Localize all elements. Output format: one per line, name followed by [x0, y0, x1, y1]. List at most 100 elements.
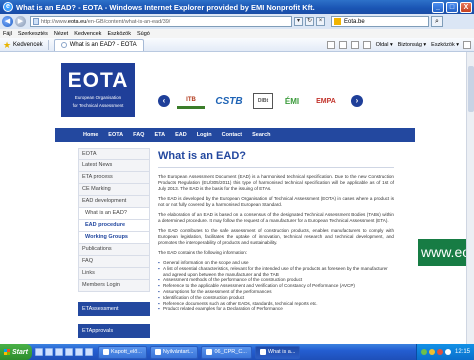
internet-explorer-icon: e: [3, 2, 13, 12]
sidebar-item-publications[interactable]: Publications: [78, 244, 150, 256]
quicklaunch-icon[interactable]: [45, 348, 53, 356]
forward-arrow-icon[interactable]: ▶: [15, 16, 26, 27]
tools-menu[interactable]: Eszközök ▾: [431, 42, 459, 48]
menu-bar: Fájl Szerkesztés Nézet Kedvencek Eszközö…: [0, 29, 474, 38]
scrollbar-thumb[interactable]: [468, 66, 474, 112]
menu-view[interactable]: Nézet: [54, 31, 68, 37]
quicklaunch-icon[interactable]: [55, 348, 63, 356]
nav-ead[interactable]: EAD: [175, 132, 187, 138]
etassessment-button[interactable]: ETAssessment: [78, 302, 150, 316]
paragraph-1: The European Assessment Document (EAD) i…: [158, 174, 394, 191]
sidebar-item-ce-marking[interactable]: CE Marking: [78, 184, 150, 196]
stop-icon[interactable]: ×: [316, 17, 325, 26]
sidebar-item-eota[interactable]: EOTA: [78, 148, 150, 160]
back-arrow-icon[interactable]: ◀: [2, 16, 13, 27]
sidebar-item-latest-news[interactable]: Latest News: [78, 160, 150, 172]
carousel-prev-icon[interactable]: ‹: [158, 95, 170, 107]
taskbar-item[interactable]: Kapott_elő...: [98, 345, 147, 359]
search-value: Eota.be: [344, 18, 365, 25]
list-item: Product related examples for a Declarati…: [158, 306, 394, 312]
search-provider-icon: [334, 18, 341, 25]
site-header: EOTA European Organisation for Technical…: [55, 52, 415, 122]
partner-logo-cstb[interactable]: CSTB: [212, 93, 246, 109]
ead-contents-list: General information on the scope and use…: [158, 260, 394, 312]
system-tray: 12:15: [415, 344, 474, 360]
menu-tools[interactable]: Eszközök: [107, 31, 131, 37]
paragraph-2: The EAD is developed by the European Org…: [158, 196, 394, 207]
windows-taskbar: Start Kapott_elő... Nyilvántart... 06_CP…: [0, 344, 474, 360]
home-icon[interactable]: [326, 40, 335, 49]
maximize-button[interactable]: □: [446, 1, 458, 13]
nav-home[interactable]: Home: [83, 132, 98, 138]
sidebar-item-what-is-an-ead[interactable]: What is an EAD?: [78, 208, 150, 220]
address-url[interactable]: http://www.eota.eu/en-GB/content/what-is…: [41, 19, 170, 25]
pdf-icon: [206, 349, 213, 355]
quicklaunch-icon[interactable]: [35, 348, 43, 356]
page-scrollbar[interactable]: [466, 52, 474, 344]
etapprovals-button[interactable]: ETApprovals: [78, 324, 150, 338]
sidebar-item-members-login[interactable]: Members Login: [78, 280, 150, 292]
nav-search[interactable]: Search: [252, 132, 270, 138]
safety-menu[interactable]: Biztonság ▾: [398, 42, 426, 48]
sidebar-item-eta-process[interactable]: ETA process: [78, 172, 150, 184]
search-icon[interactable]: ⌕: [431, 16, 443, 27]
nav-eta[interactable]: ETA: [154, 132, 165, 138]
help-icon[interactable]: [463, 40, 471, 49]
print-icon[interactable]: [362, 40, 371, 49]
menu-file[interactable]: Fájl: [3, 31, 12, 37]
nav-eota[interactable]: EOTA: [108, 132, 123, 138]
address-toolbar: ◀ ▶ http://www.eota.eu/en-GB/content/wha…: [0, 14, 474, 29]
refresh-icon[interactable]: ↻: [305, 17, 314, 26]
close-button[interactable]: X: [460, 1, 472, 13]
favorites-button[interactable]: Kedvencek: [13, 42, 43, 48]
logo-mark: EOTA: [67, 69, 129, 92]
tray-security-icon[interactable]: [428, 349, 435, 355]
favorites-bar: ★ Kedvencek What is an EAD? - EOTA Oldal…: [0, 38, 474, 52]
taskbar-item[interactable]: What is a...: [254, 345, 301, 359]
sidebar-item-ead-development[interactable]: EAD development: [78, 196, 150, 208]
sidebar-item-faq[interactable]: FAQ: [78, 256, 150, 268]
address-bar[interactable]: http://www.eota.eu/en-GB/content/what-is…: [30, 16, 292, 27]
page-icon: [33, 18, 39, 25]
eota-logo[interactable]: EOTA European Organisation for Technical…: [61, 63, 135, 117]
menu-favorites[interactable]: Kedvencek: [74, 31, 101, 37]
logo-subtitle-1: European Organisation: [74, 95, 122, 100]
search-input[interactable]: Eota.be: [331, 16, 429, 27]
quicklaunch-icon[interactable]: [65, 348, 73, 356]
quicklaunch-icon[interactable]: [75, 348, 83, 356]
browser-tab[interactable]: What is an EAD? - EOTA: [53, 38, 144, 51]
nav-login[interactable]: Login: [197, 132, 212, 138]
paragraph-5: The EAD contains the following informati…: [158, 250, 248, 255]
mail-icon[interactable]: [350, 40, 359, 49]
page-viewport: EOTA European Organisation for Technical…: [0, 52, 474, 344]
windows-flag-icon: [4, 349, 10, 355]
tray-antivirus-icon[interactable]: [436, 349, 443, 355]
menu-help[interactable]: Súgó: [137, 31, 150, 37]
compatibility-icon[interactable]: ▾: [294, 17, 303, 26]
nav-faq[interactable]: FAQ: [133, 132, 144, 138]
minimize-button[interactable]: _: [432, 1, 444, 13]
page-menu[interactable]: Oldal ▾: [376, 42, 393, 48]
partner-logo-empa[interactable]: EMPA: [311, 93, 341, 109]
clock[interactable]: 12:15: [455, 349, 470, 355]
tray-network-icon[interactable]: [420, 349, 427, 355]
carousel-next-icon[interactable]: ›: [351, 95, 363, 107]
quicklaunch-icon[interactable]: [85, 348, 93, 356]
partner-logo-dibt[interactable]: DIBt: [253, 93, 273, 109]
favorites-star-icon[interactable]: ★: [3, 40, 11, 49]
tray-volume-icon[interactable]: [444, 349, 451, 355]
sidebar-item-ead-procedure[interactable]: EAD procedure: [78, 220, 150, 232]
taskbar-item[interactable]: Nyilvántart...: [149, 345, 199, 359]
page-title: What is an EAD?: [158, 150, 247, 162]
menu-edit[interactable]: Szerkesztés: [18, 31, 48, 37]
nav-contact[interactable]: Contact: [222, 132, 242, 138]
partner-logo-emi[interactable]: ÉMI: [280, 93, 304, 109]
sidebar-item-working-groups[interactable]: Working Groups: [78, 232, 150, 244]
taskbar-item[interactable]: 06_CPR_C...: [201, 345, 252, 359]
paragraph-4: The EAD contributes to the safe assessme…: [158, 228, 394, 245]
sidebar-item-links[interactable]: Links: [78, 268, 150, 280]
partner-logo-itb[interactable]: ITB: [177, 93, 205, 109]
window-title: What is an EAD? - EOTA - Windows Interne…: [16, 2, 315, 12]
feeds-icon[interactable]: [338, 40, 347, 49]
start-button[interactable]: Start: [0, 344, 32, 360]
